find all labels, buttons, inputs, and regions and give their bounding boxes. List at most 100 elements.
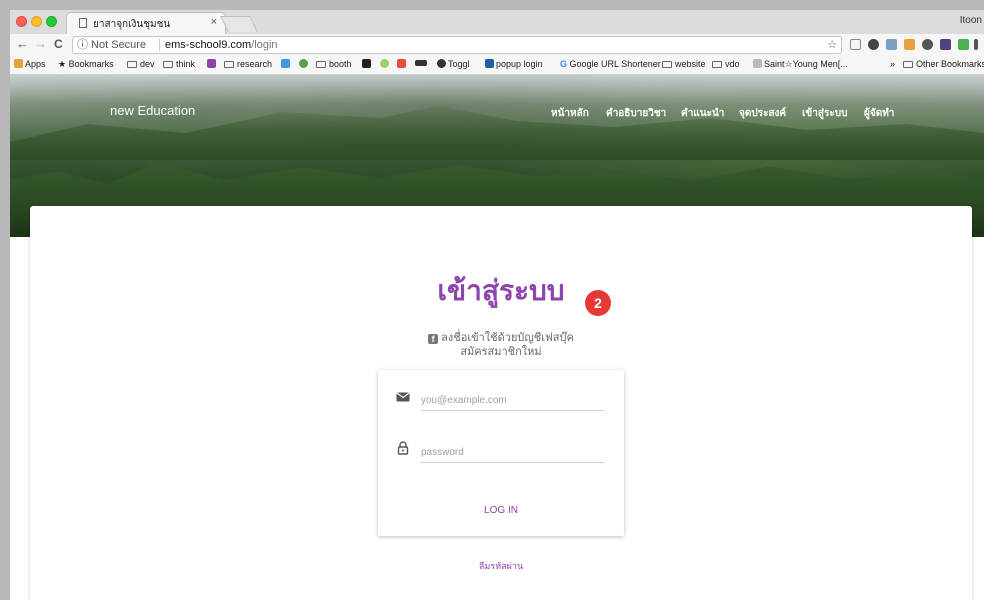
- bookmark-label: research: [237, 59, 273, 69]
- login-button[interactable]: LOG IN: [471, 500, 531, 520]
- star-icon: ★: [58, 59, 69, 69]
- bookmark-label: think: [176, 59, 196, 69]
- nav-advice[interactable]: คำแนะนำ: [681, 106, 724, 121]
- bookmark-popup-login[interactable]: popup login: [485, 59, 543, 69]
- url-text: ems-school9.com/login: [165, 37, 278, 53]
- not-secure-label[interactable]: ⓘ Not Secure: [77, 37, 146, 53]
- step-badge: 2: [585, 290, 611, 316]
- login-form: LOG IN: [378, 370, 624, 536]
- folder-icon: [163, 61, 173, 68]
- password-field[interactable]: [421, 442, 604, 463]
- bookmark-label: Apps: [25, 59, 46, 69]
- maximize-window-button[interactable]: [46, 16, 57, 27]
- nav-authors[interactable]: ผู้จัดทำ: [864, 106, 894, 121]
- folder-icon: [224, 61, 234, 68]
- tab-title: ยาสาจุกเงินชุมชน: [93, 19, 171, 30]
- gear-extension-icon[interactable]: [868, 39, 879, 50]
- email-field[interactable]: [421, 390, 604, 411]
- bookmark-label: Bookmarks: [68, 59, 114, 69]
- back-icon[interactable]: ←: [16, 36, 29, 51]
- toggl-icon: [437, 59, 446, 68]
- page-icon: [753, 59, 762, 68]
- bootstrap-extension-icon[interactable]: [940, 39, 951, 50]
- bookmark-apps[interactable]: Apps: [14, 59, 46, 69]
- tab-bar: ยาสาจุกเงินชุมชน × Itoon: [10, 10, 984, 35]
- folder-icon: [127, 61, 137, 68]
- signup-link[interactable]: สมัครสมาชิกใหม่: [30, 342, 972, 360]
- web-page: new Education หน้าหลัก คำอธิบายวิชา คำแน…: [10, 75, 984, 600]
- bookmark-dev[interactable]: dev: [127, 59, 155, 69]
- camera-extension-icon[interactable]: [850, 39, 861, 50]
- bookmark-research[interactable]: research: [224, 59, 272, 69]
- bookmark-label: website: [675, 59, 706, 69]
- extension-icon[interactable]: [886, 39, 897, 50]
- url-host: ems-school9.com: [165, 39, 252, 51]
- forward-icon[interactable]: →: [34, 36, 47, 51]
- lock-icon: [397, 441, 409, 455]
- bookmark-bookmarks[interactable]: ★ Bookmarks: [58, 59, 114, 70]
- navigation-bar: ← → C ⓘ Not Secure ems-school9.com/login…: [10, 34, 984, 56]
- bookmark-label: vdo: [725, 59, 740, 69]
- address-divider: [159, 39, 160, 51]
- bookmark-vdo[interactable]: vdo: [712, 59, 740, 69]
- bookmark-label: popup login: [496, 59, 543, 69]
- bookmarks-overflow-icon[interactable]: »: [890, 59, 895, 69]
- bookmark-think[interactable]: think: [163, 59, 195, 69]
- bookmark-url-shortener[interactable]: G Google URL Shortener: [560, 59, 661, 69]
- vue-icon: [207, 59, 216, 68]
- browser-window: ยาสาจุกเงินชุมชน × Itoon ← → C ⓘ Not Sec…: [10, 10, 984, 600]
- bookmark-label: Saint☆Young Men[...: [764, 59, 848, 69]
- apps-icon: [14, 59, 23, 68]
- menu-icon[interactable]: [974, 39, 978, 50]
- extension-icon[interactable]: [904, 39, 915, 50]
- folder-icon: [662, 61, 672, 68]
- bookmark-leaf[interactable]: [299, 59, 310, 69]
- login-card: เข้าสู่ระบบ 2 f ลงชื่อเข้าใช้ด้วยบัญชีเฟส…: [30, 206, 972, 600]
- close-window-button[interactable]: [16, 16, 27, 27]
- bookmark-booth[interactable]: booth: [316, 59, 352, 69]
- bookmarks-bar: Apps ★ Bookmarks dev think research boot…: [10, 56, 984, 75]
- document-icon: [79, 18, 87, 28]
- reload-icon[interactable]: C: [54, 37, 63, 51]
- url-path: /login: [251, 39, 278, 51]
- box-icon: [415, 60, 427, 66]
- bookmark-circle[interactable]: [380, 59, 391, 69]
- settings-extension-icon[interactable]: [922, 39, 933, 50]
- bookmark-box[interactable]: [415, 59, 429, 69]
- google-icon: G: [560, 59, 570, 69]
- bookmark-label: dev: [140, 59, 155, 69]
- bookmark-label: booth: [329, 59, 352, 69]
- bookmark-toggl[interactable]: Toggl: [437, 59, 470, 69]
- site-brand[interactable]: new Education: [110, 103, 195, 118]
- circle-icon: [380, 59, 389, 68]
- nav-home[interactable]: หน้าหลัก: [551, 106, 589, 121]
- bookmark-star-icon[interactable]: ☆: [827, 37, 837, 53]
- swift-icon: [397, 59, 406, 68]
- folder-icon: [903, 61, 913, 68]
- extension-icon[interactable]: [958, 39, 969, 50]
- email-icon: [396, 392, 410, 402]
- bookmark-label: Other Bookmarks: [916, 59, 984, 69]
- bookmark-site[interactable]: [281, 59, 292, 69]
- h-icon: [485, 59, 494, 68]
- browser-tab[interactable]: ยาสาจุกเงินชุมชน ×: [66, 12, 226, 34]
- profile-name[interactable]: Itoon: [960, 15, 982, 26]
- nav-objectives[interactable]: จุดประสงค์: [739, 106, 786, 121]
- bookmark-saint-young-men[interactable]: Saint☆Young Men[...: [753, 59, 848, 70]
- bookmark-other[interactable]: Other Bookmarks: [903, 59, 984, 69]
- forgot-password-link[interactable]: ลืมรหัสผ่าน: [30, 559, 972, 573]
- leaf-icon: [299, 59, 308, 68]
- tab-close-icon[interactable]: ×: [211, 16, 217, 28]
- bookmark-swift[interactable]: [397, 59, 408, 69]
- bookmark-vue[interactable]: [207, 59, 218, 69]
- minimize-window-button[interactable]: [31, 16, 42, 27]
- nav-course-description[interactable]: คำอธิบายวิชา: [606, 106, 666, 121]
- bookmark-label: Toggl: [448, 59, 470, 69]
- bookmark-label: Google URL Shortener: [569, 59, 661, 69]
- bookmark-website[interactable]: website: [662, 59, 706, 69]
- nav-login[interactable]: เข้าสู่ระบบ: [802, 106, 847, 121]
- bookmark-a[interactable]: [362, 59, 373, 69]
- folder-icon: [316, 61, 326, 68]
- new-tab-button[interactable]: [220, 16, 258, 32]
- address-bar[interactable]: ⓘ Not Secure ems-school9.com/login ☆: [72, 36, 842, 54]
